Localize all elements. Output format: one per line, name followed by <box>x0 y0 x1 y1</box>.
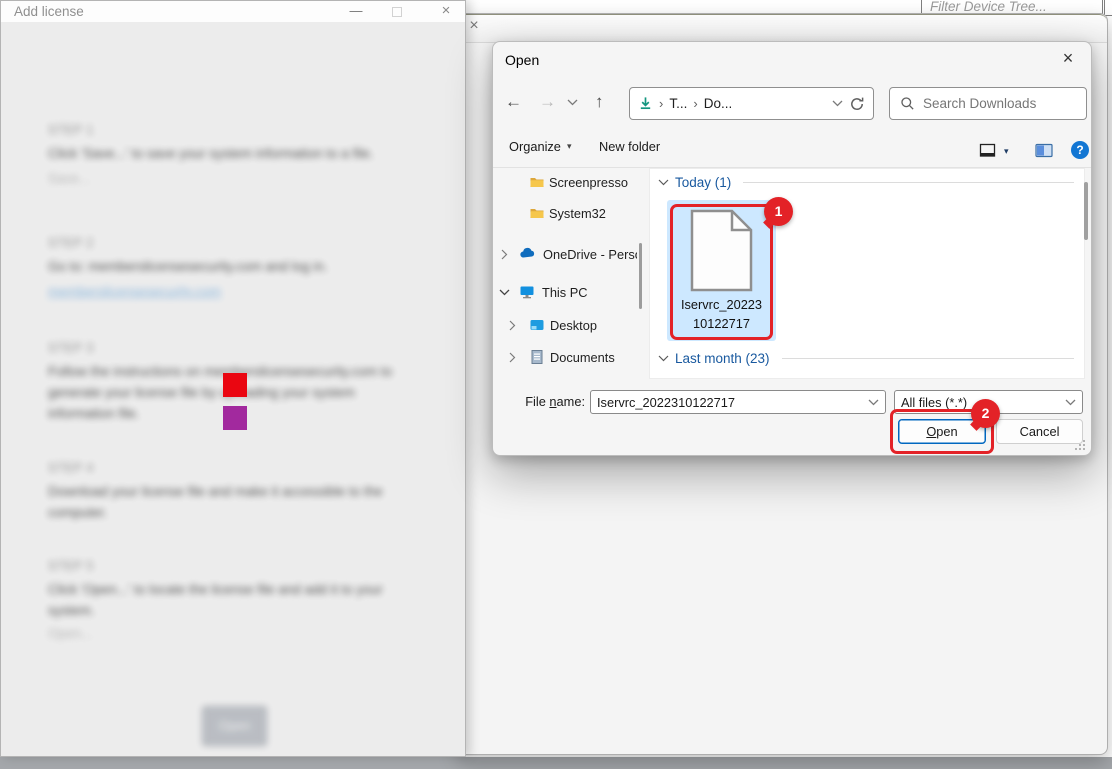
chevron-right-icon[interactable] <box>509 320 516 331</box>
step-body: Go to: memberslicensesecurity.com and lo… <box>48 256 424 277</box>
file-name-value: Iservrc_2022310122717 <box>597 395 735 410</box>
filter-adjacent-fragment <box>1104 0 1112 16</box>
breadcrumb-this-pc[interactable]: T... <box>669 96 687 111</box>
refresh-icon[interactable] <box>849 96 865 112</box>
chevron-down-icon <box>658 179 669 186</box>
redaction-red-square <box>223 373 247 397</box>
chevron-down-icon[interactable] <box>868 399 879 406</box>
close-icon[interactable]: × <box>437 3 455 20</box>
up-icon[interactable]: ↑ <box>595 93 604 110</box>
minimize-icon[interactable]: — <box>347 3 365 20</box>
sidebar-item-desktop[interactable]: Desktop <box>493 316 643 336</box>
license-site-link[interactable]: memberslicensesecurity.com <box>48 284 221 299</box>
back-icon[interactable]: ← <box>505 93 522 110</box>
step-label: STEP 5 <box>48 559 94 573</box>
chevron-down-icon[interactable] <box>1065 399 1076 406</box>
folder-icon <box>529 174 545 190</box>
chevron-down-icon <box>658 355 669 362</box>
add-license-window: Add license — × STEP 1 Click 'Save...' t… <box>0 0 466 757</box>
chevron-down-icon: ▾ <box>567 141 572 152</box>
file-name-combobox[interactable]: Iservrc_2022310122717 <box>590 390 886 414</box>
desktop-icon <box>529 317 545 333</box>
sidebar-item-onedrive[interactable]: OneDrive - Personal <box>493 245 643 265</box>
breadcrumb-downloads[interactable]: Do... <box>704 96 733 111</box>
parent-dialog-titlebar <box>459 14 1107 43</box>
address-bar[interactable]: › T... › Do... <box>629 87 874 120</box>
chevron-right-icon[interactable] <box>501 249 508 260</box>
step-label: STEP 3 <box>48 341 94 355</box>
file-name-line1: Iservrc_20223 <box>667 297 776 312</box>
step-label: STEP 1 <box>48 123 94 137</box>
documents-icon <box>529 349 545 365</box>
open-file-dialog: Open × ← → ↑ › T... › Do... Or <box>492 41 1092 456</box>
close-icon[interactable]: × <box>1057 48 1079 70</box>
open-link[interactable]: Open... <box>48 626 92 641</box>
step-body: Download your license file and make it a… <box>48 481 424 523</box>
annotation-badge-2: 2 <box>971 399 1000 428</box>
this-pc-icon <box>519 284 535 300</box>
crumb-separator-icon: › <box>693 96 697 111</box>
step-body: Click 'Save...' to save your system info… <box>48 143 424 164</box>
file-item-lservrc[interactable]: Iservrc_20223 10122717 <box>667 200 776 341</box>
crumb-separator-icon: › <box>659 96 663 111</box>
window-title: Add license <box>14 4 84 19</box>
step-body: Click 'Open...' to locate the license fi… <box>48 579 424 621</box>
sidebar-item-documents[interactable]: Documents <box>493 348 643 368</box>
file-name-line2: 10122717 <box>667 316 776 331</box>
cancel-button[interactable]: Cancel <box>996 419 1083 444</box>
sidebar-item-screenpresso[interactable]: Screenpresso <box>493 173 643 193</box>
file-list-scrollbar[interactable] <box>1084 182 1088 240</box>
search-icon <box>900 96 915 111</box>
file-icon <box>690 209 753 292</box>
add-license-action-button[interactable]: Open <box>202 706 267 746</box>
recent-locations-chevron-icon[interactable] <box>567 99 578 106</box>
sidebar-scrollbar[interactable] <box>639 243 642 309</box>
preview-pane-icon[interactable] <box>1035 143 1053 158</box>
forward-icon[interactable]: → <box>539 93 556 110</box>
maximize-icon[interactable] <box>392 7 402 17</box>
sidebar-item-system32[interactable]: System32 <box>493 204 643 224</box>
step-label: STEP 2 <box>48 236 94 250</box>
file-name-label: File name: <box>493 394 585 409</box>
help-icon[interactable]: ? <box>1071 141 1089 159</box>
file-type-value: All files (*.*) <box>901 395 967 410</box>
file-list-panel: Today (1) Iservrc_20223 10122717 1 Last … <box>649 168 1085 379</box>
group-header-today[interactable]: Today (1) <box>658 175 1074 190</box>
new-folder-button[interactable]: New folder <box>599 139 660 154</box>
folder-icon <box>529 205 545 221</box>
annotation-badge-1: 1 <box>764 197 793 226</box>
view-dropdown-chevron-icon[interactable]: ▾ <box>1004 146 1009 157</box>
view-mode-icon[interactable] <box>979 143 996 158</box>
dialog-title: Open <box>505 52 539 68</box>
sidebar-item-this-pc[interactable]: This PC <box>493 283 643 303</box>
redaction-purple-square <box>223 406 247 430</box>
chevron-right-icon[interactable] <box>509 352 516 363</box>
step-label: STEP 4 <box>48 461 94 475</box>
group-header-last-month[interactable]: Last month (23) <box>658 351 1074 366</box>
chevron-down-icon[interactable] <box>499 289 510 296</box>
search-box[interactable] <box>889 87 1087 120</box>
save-link[interactable]: Save... <box>48 171 90 186</box>
onedrive-cloud-icon <box>519 246 536 262</box>
search-input[interactable] <box>923 96 1063 111</box>
group-header-rule <box>782 358 1074 359</box>
group-header-rule <box>743 182 1074 183</box>
organize-menu-button[interactable]: Organize ▾ <box>509 139 571 154</box>
downloads-icon <box>638 96 653 111</box>
address-dropdown-chevron-icon[interactable] <box>832 100 843 107</box>
close-icon[interactable]: × <box>465 17 483 39</box>
